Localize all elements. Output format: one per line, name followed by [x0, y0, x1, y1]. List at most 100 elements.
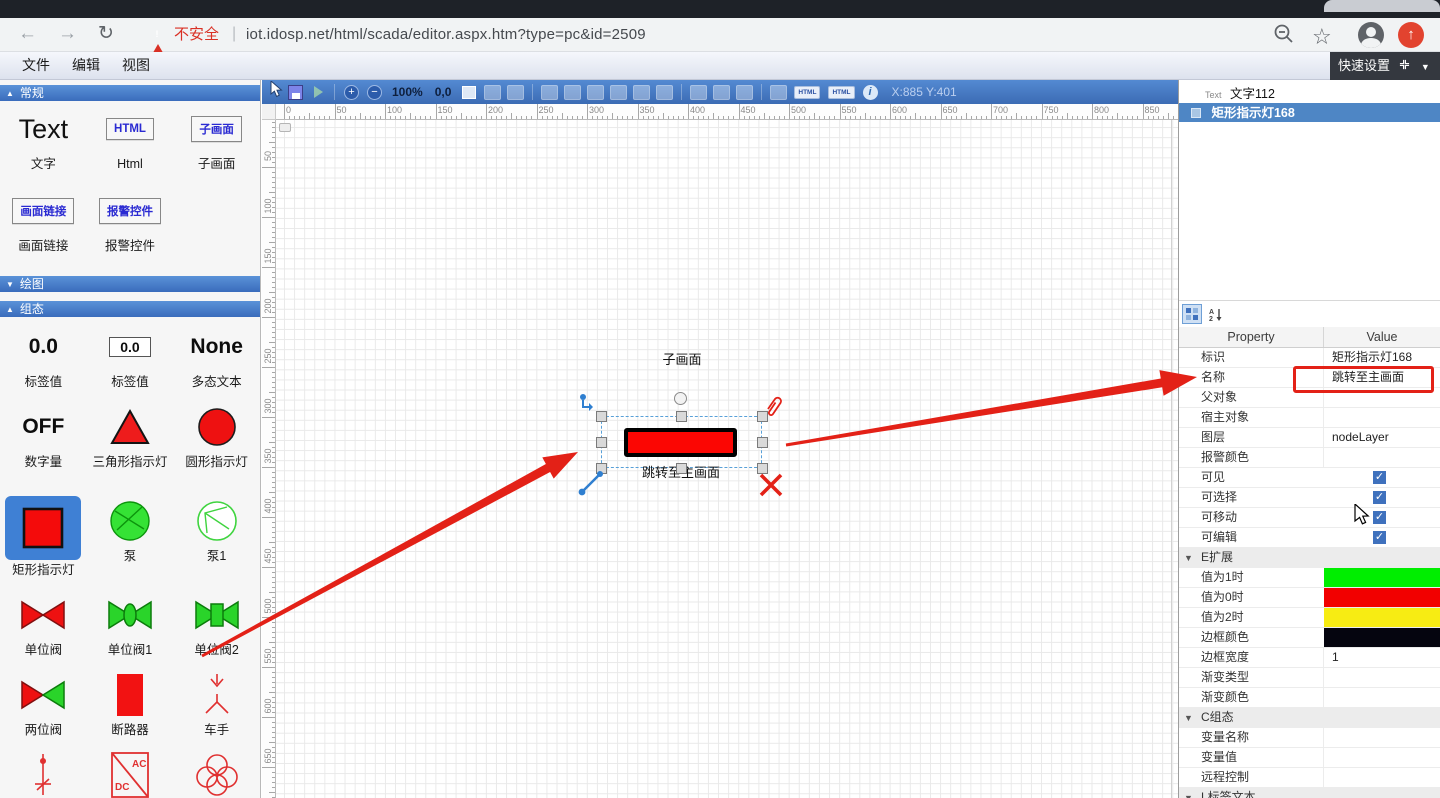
property-checkbox[interactable]: ✓	[1373, 471, 1386, 484]
property-row-值为2时[interactable]: 值为2时	[1179, 608, 1440, 628]
property-row-可选择[interactable]: 可选择✓	[1179, 488, 1440, 508]
property-row-可编辑[interactable]: 可编辑✓	[1179, 528, 1440, 548]
property-value[interactable]	[1323, 668, 1440, 687]
palette-item-circle-light[interactable]: 圆形指示灯	[175, 402, 259, 496]
quick-settings-button[interactable]: 快速设置 ▼	[1330, 52, 1440, 80]
attachment-paperclip-icon[interactable]	[762, 394, 784, 423]
back-icon[interactable]: ←	[18, 18, 37, 50]
sort-az-icon[interactable]: A2	[1205, 304, 1225, 324]
palette-item-tag-value-boxed[interactable]: 0.0标签值	[88, 322, 172, 402]
zoom-in-icon[interactable]: +	[344, 85, 359, 100]
reload-icon[interactable]: ↻	[98, 18, 114, 50]
profile-avatar-icon[interactable]	[1358, 22, 1384, 48]
selected-rect-indicator-element[interactable]	[624, 428, 737, 457]
property-value[interactable]	[1323, 748, 1440, 767]
align-center-icon[interactable]	[564, 85, 581, 100]
browser-update-icon[interactable]: ↑	[1398, 22, 1424, 48]
canvas-text-sub-screen[interactable]: 子画面	[612, 349, 752, 368]
group-icon[interactable]	[770, 85, 787, 100]
section-header-general[interactable]: ▲常规	[0, 85, 260, 101]
property-value[interactable]: 矩形指示灯168	[1323, 348, 1440, 367]
collapse-down-icon[interactable]: ▼	[1184, 793, 1193, 798]
forward-icon[interactable]: →	[58, 18, 77, 50]
property-row-宿主对象[interactable]: 宿主对象	[1179, 408, 1440, 428]
resize-handle[interactable]	[596, 437, 607, 448]
palette-item-digital[interactable]: OFF数字量	[1, 402, 85, 496]
info-icon[interactable]: i	[863, 85, 878, 100]
canvas-origin-button[interactable]	[279, 123, 291, 132]
skew-handle-icon[interactable]	[576, 470, 604, 503]
property-checkbox[interactable]: ✓	[1373, 531, 1386, 544]
align-right-icon[interactable]	[587, 85, 604, 100]
palette-item-unit-valve1[interactable]: 单位阀1	[88, 590, 172, 670]
align-middle-icon[interactable]	[633, 85, 650, 100]
property-row-可见[interactable]: 可见✓	[1179, 468, 1440, 488]
property-color-swatch[interactable]	[1324, 608, 1440, 627]
same-height-icon[interactable]	[713, 85, 730, 100]
property-row-C组态[interactable]: ▼C组态	[1179, 708, 1440, 728]
palette-item-multi-state-text[interactable]: None多态文本	[175, 322, 259, 402]
align-bottom-icon[interactable]	[656, 85, 673, 100]
palette-item-hand-symbol[interactable]: 车手	[175, 670, 259, 750]
property-value[interactable]: 1	[1323, 648, 1440, 667]
menu-item-1[interactable]: 编辑	[72, 52, 100, 79]
resize-handle[interactable]	[676, 463, 687, 474]
collapse-down-icon[interactable]: ▼	[1184, 553, 1193, 563]
property-value[interactable]	[1323, 408, 1440, 427]
palette-item-pt[interactable]: PT	[175, 750, 259, 798]
security-warning-text[interactable]: 不安全	[174, 18, 219, 51]
palette-item-inverter[interactable]: ACDC逆变器	[88, 750, 172, 798]
palette-item-breaker[interactable]: 断路器	[88, 670, 172, 750]
property-color-swatch[interactable]	[1324, 588, 1440, 607]
property-checkbox[interactable]: ✓	[1373, 511, 1386, 524]
palette-item-knife-switch[interactable]: 刀闸	[1, 750, 85, 798]
paste-icon[interactable]	[507, 85, 524, 100]
property-row-E扩展[interactable]: ▼E扩展	[1179, 548, 1440, 568]
browser-tab[interactable]	[1324, 0, 1440, 12]
run-preview-icon[interactable]	[314, 86, 323, 98]
canvas-preview-icon[interactable]	[462, 86, 476, 99]
palette-item-screen-link[interactable]: 画面链接画面链接	[1, 186, 85, 270]
palette-item-tag-value[interactable]: 0.0标签值	[1, 322, 85, 402]
tree-item-text112[interactable]: Text 文字112	[1179, 84, 1440, 103]
palette-item-unit-valve2[interactable]: 单位阀2	[175, 590, 259, 670]
property-row-渐变颜色[interactable]: 渐变颜色	[1179, 688, 1440, 708]
save-icon[interactable]	[288, 85, 303, 100]
palette-item-rect-light[interactable]: 矩形指示灯	[1, 496, 85, 590]
property-color-swatch[interactable]	[1324, 568, 1440, 587]
property-row-值为0时[interactable]: 值为0时	[1179, 588, 1440, 608]
section-header-config[interactable]: ▲组态	[0, 301, 260, 317]
property-value[interactable]: nodeLayer	[1323, 428, 1440, 447]
property-value[interactable]	[1323, 728, 1440, 747]
select-cursor-icon[interactable]	[270, 81, 283, 103]
resize-handle[interactable]	[757, 437, 768, 448]
delete-x-icon[interactable]	[758, 472, 784, 503]
html-import-icon[interactable]: HTML	[828, 86, 854, 99]
url-text[interactable]: iot.idosp.net/html/scada/editor.aspx.htm…	[246, 18, 646, 51]
rotate-handle[interactable]	[674, 392, 687, 405]
palette-item-triangle-light[interactable]: 三角形指示灯	[88, 402, 172, 496]
property-row-边框宽度[interactable]: 边框宽度1	[1179, 648, 1440, 668]
property-row-变量值[interactable]: 变量值	[1179, 748, 1440, 768]
collapse-down-icon[interactable]: ▼	[1184, 713, 1193, 723]
align-left-icon[interactable]	[541, 85, 558, 100]
palette-item-pump1[interactable]: 泵1	[175, 496, 259, 590]
property-row-值为1时[interactable]: 值为1时	[1179, 568, 1440, 588]
section-header-draw[interactable]: ▼绘图	[0, 276, 260, 292]
palette-item-alarm-control[interactable]: 报警控件报警控件	[88, 186, 172, 270]
property-value[interactable]	[1323, 768, 1440, 787]
menu-item-0[interactable]: 文件	[22, 52, 50, 79]
align-top-icon[interactable]	[610, 85, 627, 100]
property-row-远程控制[interactable]: 远程控制	[1179, 768, 1440, 788]
palette-item-pump[interactable]: 泵	[88, 496, 172, 590]
property-value[interactable]	[1323, 688, 1440, 707]
property-row-报警颜色[interactable]: 报警颜色	[1179, 448, 1440, 468]
property-row-图层[interactable]: 图层nodeLayer	[1179, 428, 1440, 448]
palette-item-html[interactable]: HTMLHtml	[88, 104, 172, 186]
categorized-view-icon[interactable]	[1182, 304, 1202, 324]
property-row-渐变类型[interactable]: 渐变类型	[1179, 668, 1440, 688]
property-value[interactable]	[1323, 448, 1440, 467]
palette-item-text[interactable]: Text文字	[1, 104, 85, 186]
tree-item-rect-indicator-selected[interactable]: 矩形指示灯168	[1179, 103, 1440, 122]
menu-item-2[interactable]: 视图	[122, 52, 150, 79]
